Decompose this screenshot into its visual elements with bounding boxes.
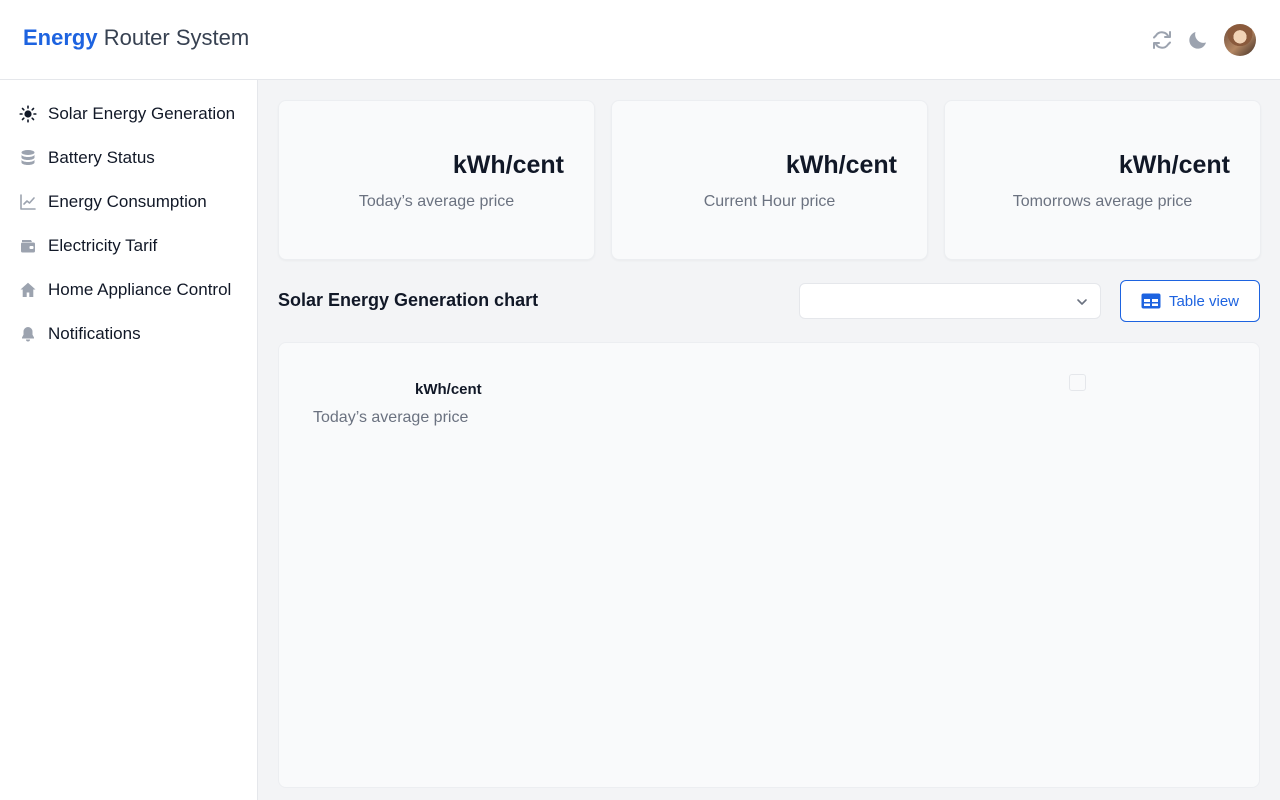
wallet-icon (19, 237, 37, 255)
home-icon (19, 281, 37, 299)
stat-card-label: Today’s average price (358, 193, 515, 210)
sidebar-item-battery-status[interactable]: Battery Status (0, 138, 257, 178)
chart-panel-label: Today’s average price (313, 409, 469, 426)
moon-icon[interactable] (1186, 28, 1210, 52)
chart-range-select[interactable] (799, 283, 1101, 319)
app-title-rest: Router System (97, 25, 250, 50)
chart-section-title: Solar Energy Generation chart (278, 290, 539, 310)
chevron-down-icon (1074, 294, 1090, 310)
refresh-icon[interactable] (1150, 28, 1174, 52)
table-view-label: Table view (1168, 292, 1240, 310)
table-icon (1141, 293, 1161, 309)
stat-card-tomorrow-average: kWh/cent Tomorrows average price (944, 100, 1261, 260)
sidebar-item-home-appliance-control[interactable]: Home Appliance Control (0, 270, 257, 310)
user-avatar[interactable] (1224, 24, 1256, 56)
stat-card-value: kWh/cent (785, 151, 897, 179)
sidebar-item-solar-energy-generation[interactable]: Solar Energy Generation (0, 94, 257, 134)
sidebar-item-label: Solar Energy Generation (48, 104, 236, 123)
stat-card-label: Current Hour price (703, 193, 836, 210)
sidebar-item-energy-consumption[interactable]: Energy Consumption (0, 182, 257, 222)
stat-card-current-hour: kWh/cent Current Hour price (611, 100, 928, 260)
sidebar-item-notifications[interactable]: Notifications (0, 314, 257, 354)
sidebar-item-label: Energy Consumption (48, 192, 207, 211)
app-title-strong: Energy (23, 25, 98, 50)
sidebar: Solar Energy Generation Battery Status E… (0, 80, 258, 800)
bell-icon (19, 325, 37, 343)
sidebar-item-label: Battery Status (48, 148, 155, 167)
chart-checkbox[interactable] (1069, 374, 1086, 391)
database-icon (19, 149, 37, 167)
top-header: Energy Router System (0, 0, 1280, 80)
table-view-button[interactable]: Table view (1120, 280, 1260, 322)
sidebar-item-label: Electricity Tarif (48, 236, 158, 255)
stat-card-today-average: kWh/cent Today’s average price (278, 100, 595, 260)
app-title: Energy Router System (23, 24, 249, 52)
sidebar-item-label: Notifications (48, 324, 141, 343)
chart-panel: kWh/cent Today’s average price (278, 342, 1260, 788)
chart-panel-value: kWh/cent (415, 381, 482, 398)
stat-card-value: kWh/cent (452, 151, 564, 179)
sidebar-item-label: Home Appliance Control (48, 280, 232, 299)
sidebar-item-electricity-tarif[interactable]: Electricity Tarif (0, 226, 257, 266)
stat-card-value: kWh/cent (1118, 151, 1230, 179)
line-chart-icon (19, 193, 37, 211)
sun-icon (19, 105, 37, 123)
stat-card-label: Tomorrows average price (1012, 193, 1193, 210)
